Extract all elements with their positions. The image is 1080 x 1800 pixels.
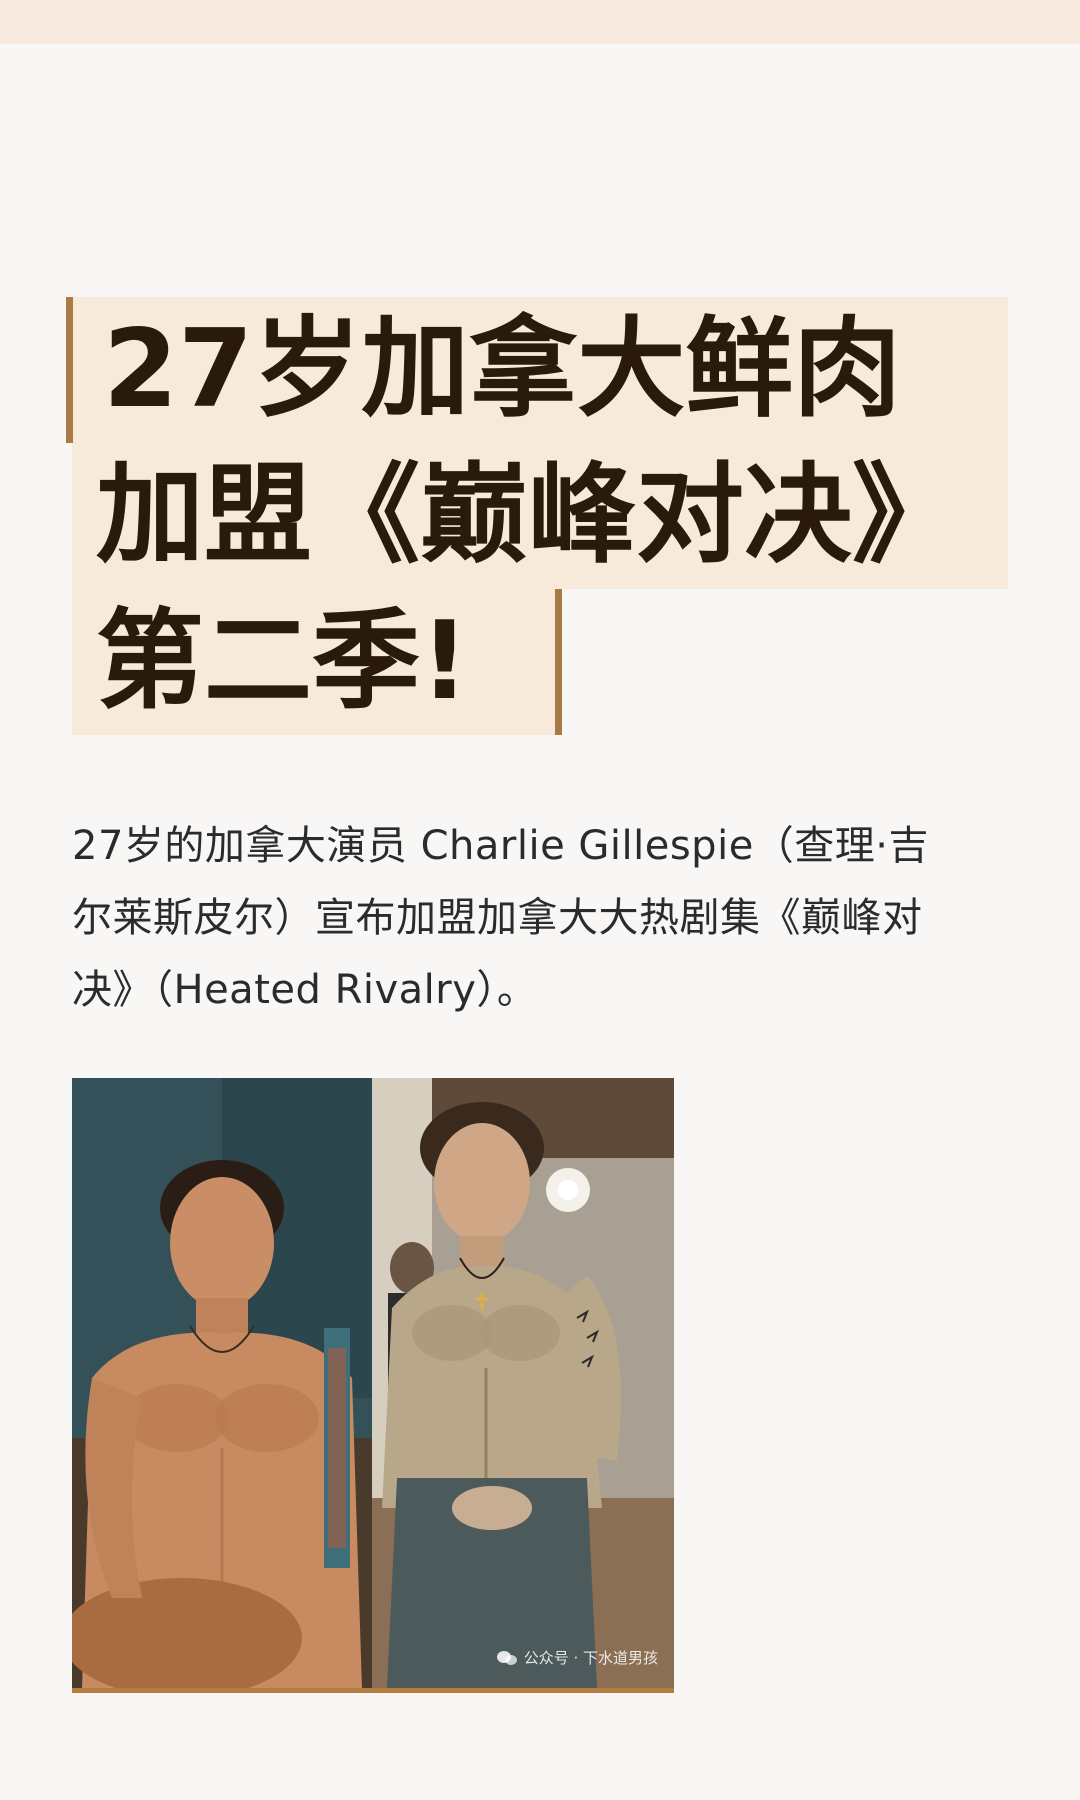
article-body: 27岁的加拿大演员 Charlie Gillespie（查理·吉 尔莱斯皮尔）宣… xyxy=(72,810,1012,1026)
article-title-line-1: 27岁加拿大鲜肉 xyxy=(66,297,1008,443)
top-band xyxy=(0,0,1080,44)
body-line-3: 决》（Heated Rivalry）。 xyxy=(72,967,538,1013)
body-line-1: 27岁的加拿大演员 Charlie Gillespie（查理·吉 xyxy=(72,823,930,869)
photo-left-panel xyxy=(72,1078,372,1688)
watermark-text: 公众号 · 下水道男孩 xyxy=(523,1649,658,1667)
photo-right-panel xyxy=(372,1078,674,1688)
article-page: 27岁加拿大鲜肉 加盟《巅峰对决》 第二季! 27岁的加拿大演员 Charlie… xyxy=(0,0,1080,1800)
right-figure-illustration xyxy=(372,1078,674,1688)
body-line-2: 尔莱斯皮尔）宣布加盟加拿大大热剧集《巅峰对 xyxy=(72,895,923,941)
watermark: 公众号 · 下水道男孩 xyxy=(496,1647,658,1668)
article-photo[interactable]: 公众号 · 下水道男孩 xyxy=(72,1078,674,1693)
wechat-icon xyxy=(496,1650,517,1665)
article-title-line-2: 加盟《巅峰对决》 xyxy=(72,443,1008,589)
article-title-line-3: 第二季! xyxy=(72,589,562,735)
left-figure-illustration xyxy=(72,1078,372,1688)
